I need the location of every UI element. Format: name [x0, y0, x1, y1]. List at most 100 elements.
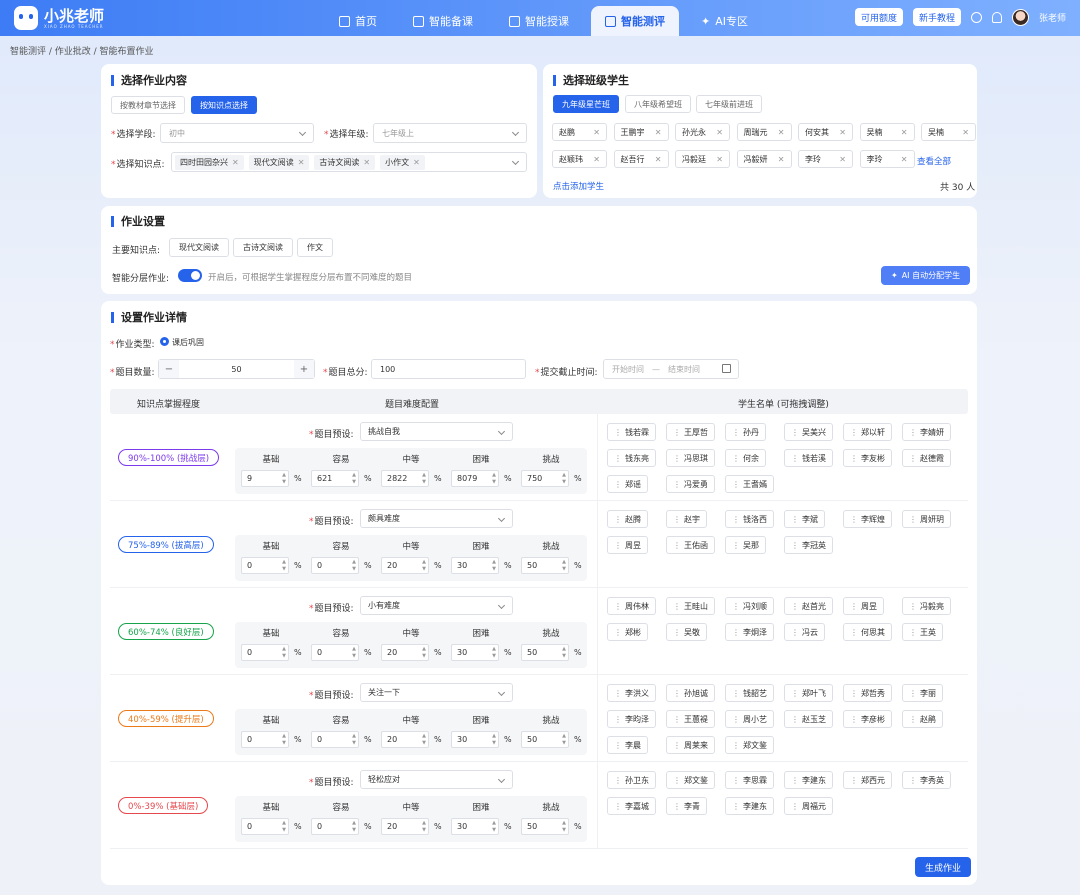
spin-arrows-icon[interactable]: ▲ ▼: [282, 820, 286, 834]
student-drag-chip[interactable]: ⋮ 李昀泽: [607, 710, 656, 728]
add-student-link[interactable]: 点击添加学生: [553, 180, 604, 192]
minus-icon[interactable]: −: [159, 360, 179, 378]
student-drag-chip[interactable]: ⋮ 王蕙褆: [666, 710, 715, 728]
student-chip[interactable]: 李玲 ✕: [859, 150, 915, 168]
drag-handle-icon[interactable]: ⋮: [791, 689, 799, 698]
close-icon[interactable]: ✕: [839, 128, 846, 137]
close-icon[interactable]: ✕: [901, 155, 908, 164]
student-drag-chip[interactable]: ⋮ 李彦彬: [843, 710, 892, 728]
main-point-1[interactable]: 现代文阅读: [169, 238, 229, 257]
drag-handle-icon[interactable]: ⋮: [909, 428, 917, 437]
student-drag-chip[interactable]: ⋮ 何思其: [843, 623, 892, 641]
drag-handle-icon[interactable]: ⋮: [614, 715, 622, 724]
drag-handle-icon[interactable]: ⋮: [614, 480, 622, 489]
student-drag-chip[interactable]: ⋮ 李秀英: [902, 771, 951, 789]
student-drag-chip[interactable]: ⋮ 赵腾: [607, 510, 648, 528]
close-icon[interactable]: ✕: [655, 155, 662, 164]
student-drag-chip[interactable]: ⋮ 冯毅亮: [902, 597, 951, 615]
drag-handle-icon[interactable]: ⋮: [732, 515, 740, 524]
difficulty-input[interactable]: 30 ▲ ▼: [451, 644, 499, 661]
difficulty-input[interactable]: 20 ▲ ▼: [381, 731, 429, 748]
student-drag-chip[interactable]: ⋮ 李青: [666, 797, 707, 815]
drag-handle-icon[interactable]: ⋮: [850, 628, 858, 637]
preset-select[interactable]: 关注一下: [360, 683, 513, 702]
drag-handle-icon[interactable]: ⋮: [732, 741, 740, 750]
difficulty-input[interactable]: 0 ▲ ▼: [311, 644, 359, 661]
student-chip[interactable]: 何安其 ✕: [798, 123, 853, 141]
spin-arrows-icon[interactable]: ▲ ▼: [352, 559, 356, 573]
drag-handle-icon[interactable]: ⋮: [673, 602, 681, 611]
difficulty-input[interactable]: 20 ▲ ▼: [381, 557, 429, 574]
difficulty-input[interactable]: 30 ▲ ▼: [451, 557, 499, 574]
student-drag-chip[interactable]: ⋮ 周妍玥: [902, 510, 951, 528]
drag-handle-icon[interactable]: ⋮: [791, 515, 799, 524]
spin-arrows-icon[interactable]: ▲ ▼: [282, 646, 286, 660]
logo[interactable]: 小兆老师 XIAO ZHAO TEACHER: [14, 6, 104, 30]
bell-icon[interactable]: [991, 11, 1002, 23]
ai-assign-button[interactable]: ✦ AI 自动分配学生: [881, 266, 971, 285]
drag-handle-icon[interactable]: ⋮: [909, 628, 917, 637]
difficulty-input[interactable]: 0 ▲ ▼: [311, 557, 359, 574]
close-icon[interactable]: ✕: [363, 158, 370, 167]
drag-handle-icon[interactable]: ⋮: [791, 428, 799, 437]
start-time-input[interactable]: 开始时间: [612, 364, 644, 375]
difficulty-input[interactable]: 30 ▲ ▼: [451, 731, 499, 748]
close-icon[interactable]: ✕: [716, 128, 723, 137]
knowledge-tag[interactable]: 小作文 ✕: [380, 154, 425, 170]
spin-arrows-icon[interactable]: ▲ ▼: [282, 472, 286, 486]
student-drag-chip[interactable]: ⋮ 李洪义: [607, 684, 656, 702]
student-drag-chip[interactable]: ⋮ 周小艺: [725, 710, 774, 728]
class-tab-1[interactable]: 九年级星芒班: [553, 95, 619, 113]
student-drag-chip[interactable]: ⋮ 周伟林: [607, 597, 656, 615]
drag-handle-icon[interactable]: ⋮: [732, 776, 740, 785]
student-drag-chip[interactable]: ⋮ 冯爱勇: [666, 475, 715, 493]
student-drag-chip[interactable]: ⋮ 李建东: [784, 771, 833, 789]
difficulty-input[interactable]: 0 ▲ ▼: [241, 557, 289, 574]
view-all-link[interactable]: 查看全部: [917, 155, 951, 167]
score-input[interactable]: 100: [371, 359, 526, 379]
drag-handle-icon[interactable]: ⋮: [673, 428, 681, 437]
stage-select[interactable]: 初中: [160, 123, 314, 143]
student-drag-chip[interactable]: ⋮ 郑以轩: [843, 423, 892, 441]
close-icon[interactable]: ✕: [839, 155, 846, 164]
drag-handle-icon[interactable]: ⋮: [673, 689, 681, 698]
difficulty-input[interactable]: 8079 ▲ ▼: [451, 470, 499, 487]
student-drag-chip[interactable]: ⋮ 郑谣: [607, 475, 648, 493]
spin-arrows-icon[interactable]: ▲ ▼: [282, 559, 286, 573]
difficulty-input[interactable]: 0 ▲ ▼: [311, 818, 359, 835]
close-icon[interactable]: ✕: [593, 155, 600, 164]
nav-item-3[interactable]: 智能测评: [591, 6, 679, 36]
difficulty-input[interactable]: 0 ▲ ▼: [241, 731, 289, 748]
difficulty-input[interactable]: 0 ▲ ▼: [311, 731, 359, 748]
student-chip[interactable]: 王鹏宇 ✕: [613, 123, 669, 141]
close-icon[interactable]: ✕: [413, 158, 420, 167]
spin-arrows-icon[interactable]: ▲ ▼: [352, 472, 356, 486]
close-icon[interactable]: ✕: [655, 128, 662, 137]
student-drag-chip[interactable]: ⋮ 冯云: [784, 623, 825, 641]
spin-arrows-icon[interactable]: ▲ ▼: [492, 820, 496, 834]
close-icon[interactable]: ✕: [962, 128, 969, 137]
generate-button[interactable]: 生成作业: [915, 857, 972, 877]
plus-icon[interactable]: +: [294, 360, 314, 378]
drag-handle-icon[interactable]: ⋮: [732, 428, 740, 437]
drag-handle-icon[interactable]: ⋮: [614, 628, 622, 637]
drag-handle-icon[interactable]: ⋮: [614, 689, 622, 698]
close-icon[interactable]: ✕: [232, 158, 239, 167]
tab-by-chapter[interactable]: 按教材章节选择: [111, 96, 185, 114]
knowledge-select[interactable]: 四时田园杂兴 ✕ 现代文阅读 ✕ 古诗文阅读 ✕ 小作文 ✕: [171, 152, 527, 172]
drag-handle-icon[interactable]: ⋮: [909, 602, 917, 611]
student-chip[interactable]: 孙光永 ✕: [675, 123, 730, 141]
drag-handle-icon[interactable]: ⋮: [850, 715, 858, 724]
student-drag-chip[interactable]: ⋮ 冯思琪: [666, 449, 715, 467]
spin-arrows-icon[interactable]: ▲ ▼: [562, 472, 566, 486]
drag-handle-icon[interactable]: ⋮: [791, 602, 799, 611]
layer-toggle[interactable]: [178, 269, 202, 282]
difficulty-input[interactable]: 9 ▲ ▼: [241, 470, 289, 487]
spin-arrows-icon[interactable]: ▲ ▼: [492, 733, 496, 747]
grade-select[interactable]: 七年级上: [373, 123, 527, 143]
close-icon[interactable]: ✕: [778, 155, 785, 164]
student-drag-chip[interactable]: ⋮ 钱若霖: [607, 423, 656, 441]
student-drag-chip[interactable]: ⋮ 赵宇: [666, 510, 707, 528]
student-drag-chip[interactable]: ⋮ 李友彬: [843, 449, 892, 467]
knowledge-tag[interactable]: 四时田园杂兴 ✕: [175, 154, 244, 170]
